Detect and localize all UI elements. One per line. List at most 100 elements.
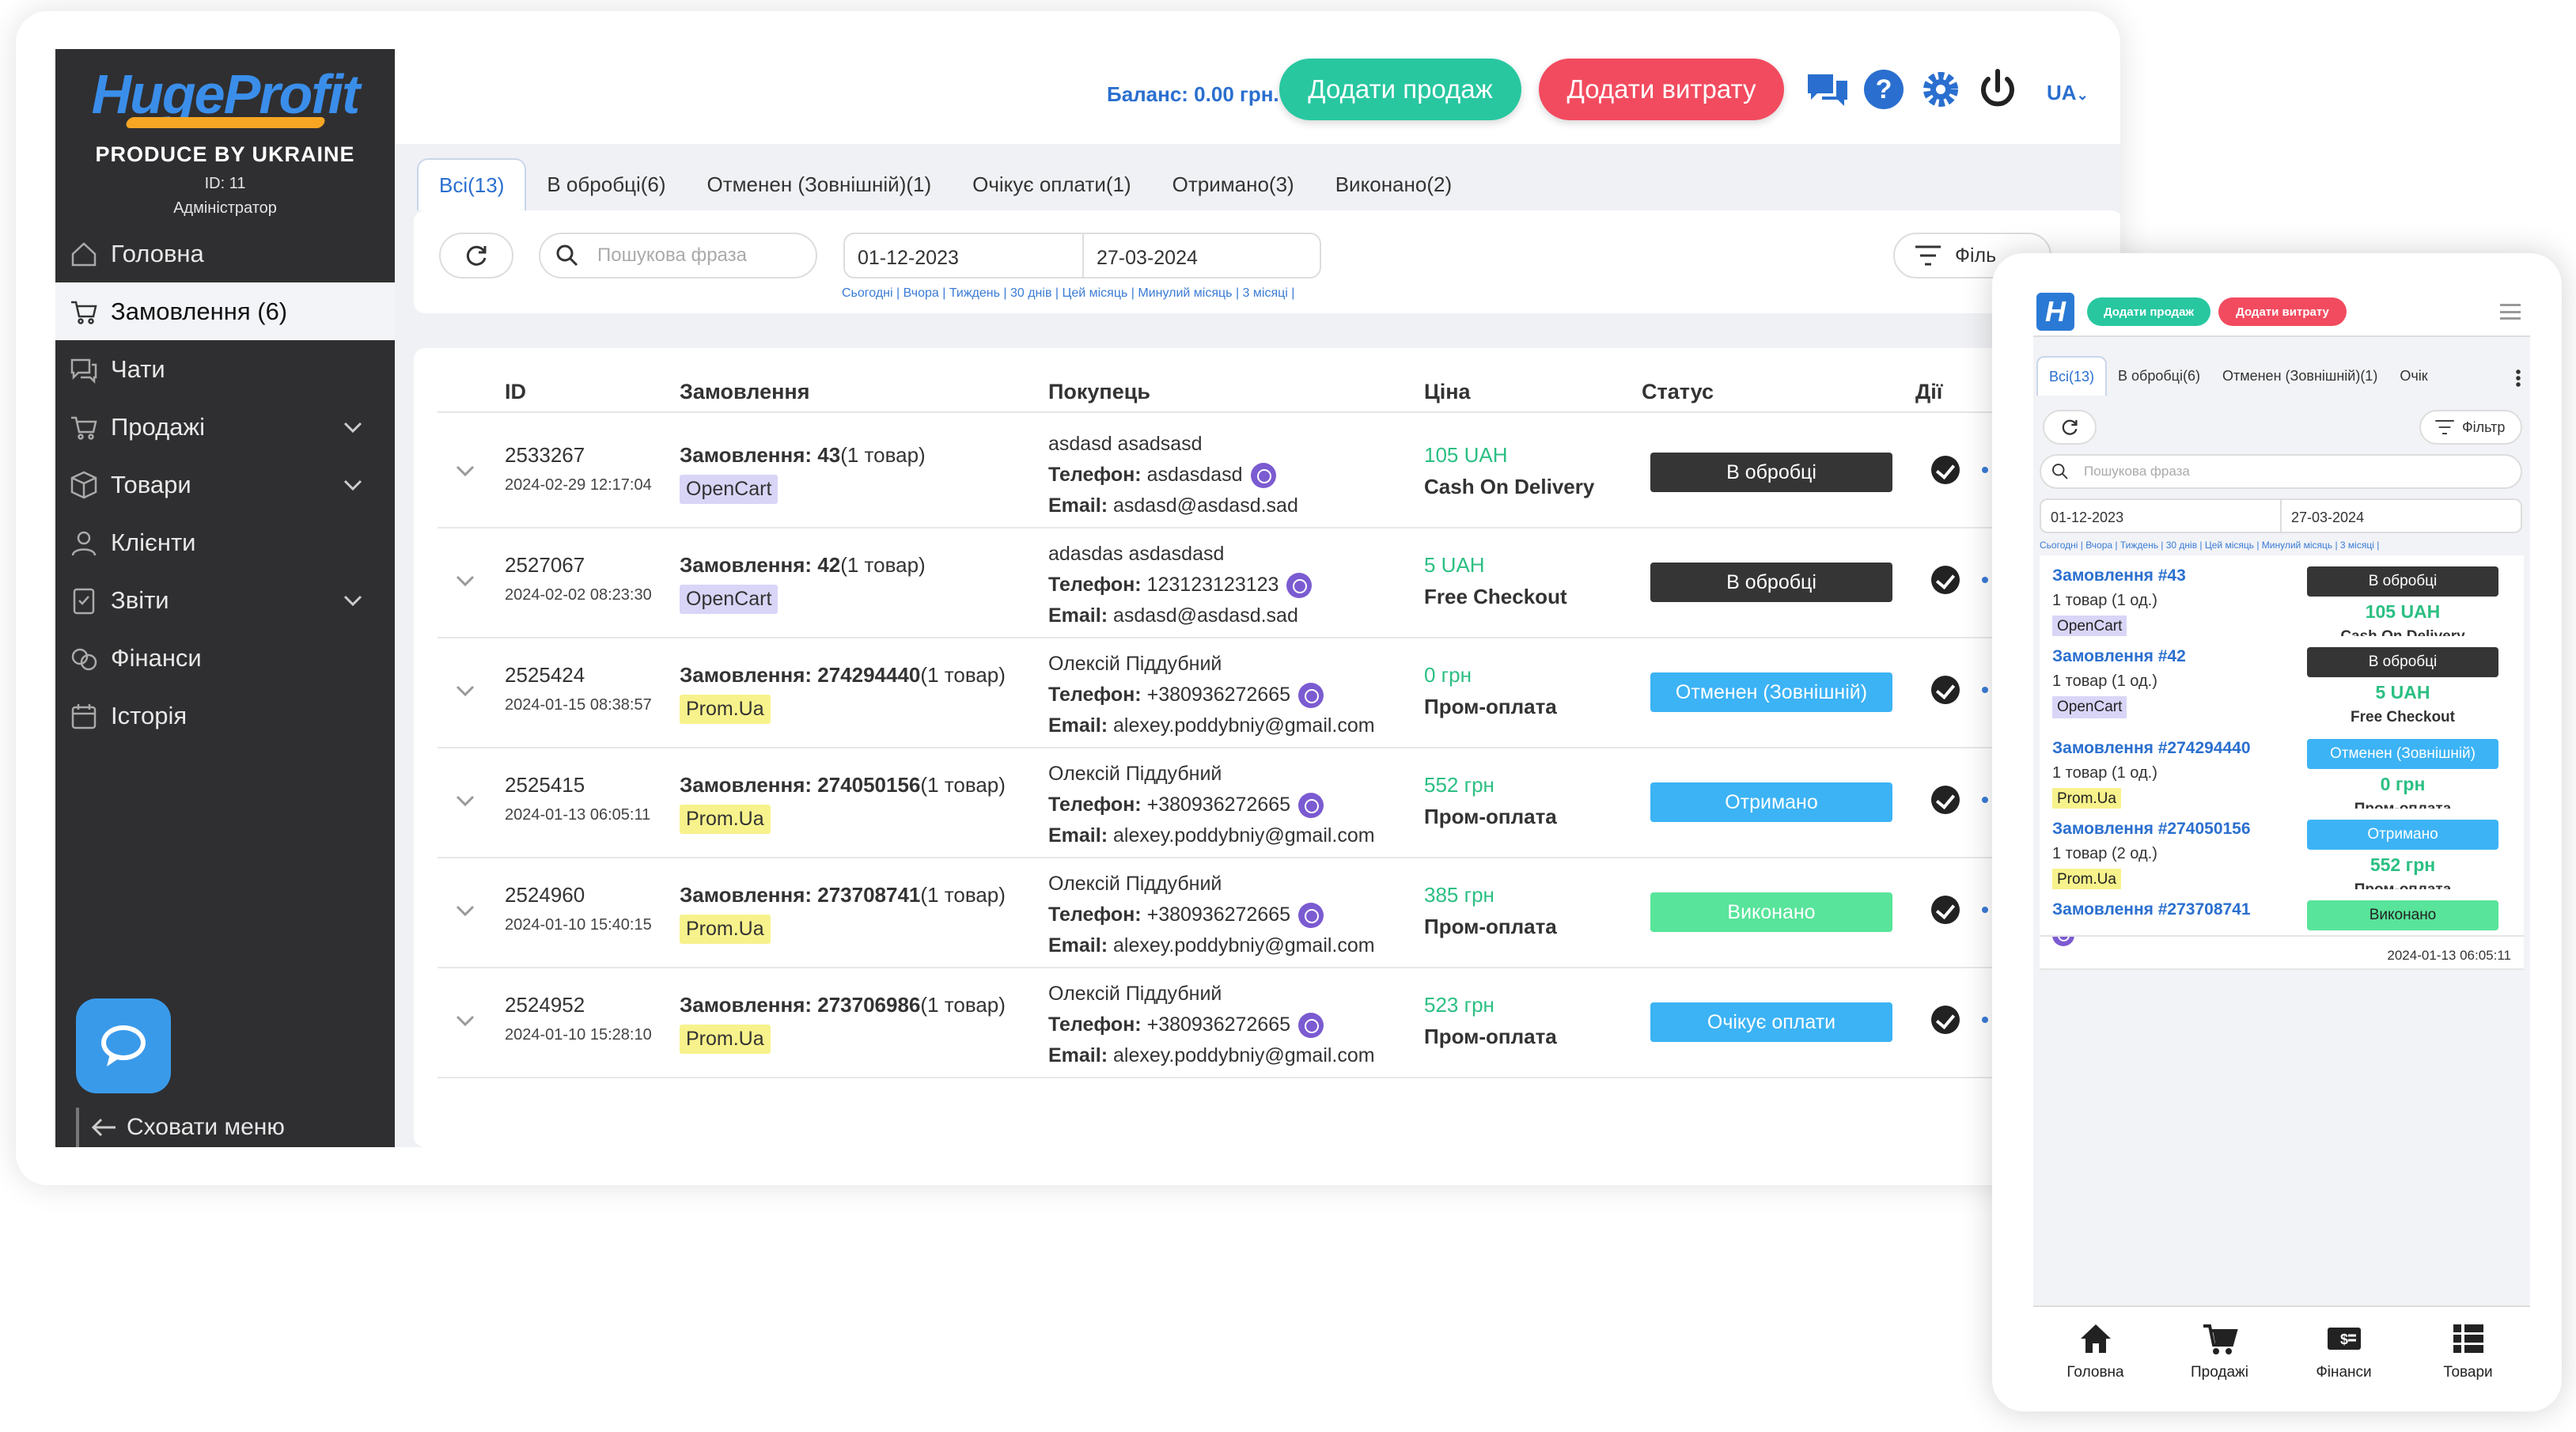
chevron-down-icon[interactable] [341, 473, 365, 497]
buyer-email[interactable]: asdasd@asdasd.sad [1113, 604, 1298, 627]
chevron-down-icon[interactable] [341, 415, 365, 439]
check-icon[interactable] [1931, 896, 1960, 924]
help-icon[interactable]: ? [1861, 66, 1907, 112]
buyer-phone[interactable]: +380936272665 [1147, 684, 1290, 706]
mobile-refresh-button[interactable] [2043, 410, 2097, 445]
tab-processing[interactable]: В обробці(6) [526, 158, 686, 210]
hide-menu-button[interactable]: Сховати меню [76, 1108, 285, 1147]
table-row[interactable]: 2525415 2024-01-13 06:05:11 Замовлення: 27… [438, 744, 2120, 858]
mobile-add-sale-button[interactable]: Додати продаж [2087, 297, 2210, 326]
sidebar-item-history[interactable]: Історія [55, 687, 395, 744]
viber-icon[interactable] [1298, 683, 1324, 709]
order-card[interactable]: Замовлення #273708741 Виконано [2040, 889, 2524, 937]
more-icon[interactable] [1982, 577, 1988, 583]
more-icon[interactable] [1982, 467, 1988, 473]
check-icon[interactable] [1931, 786, 1960, 814]
date-to-input[interactable]: 27-03-2024 [1084, 233, 1321, 278]
status-badge[interactable]: В обробці [1650, 453, 1892, 492]
buyer-email[interactable]: alexey.poddybniy@gmail.com [1113, 824, 1375, 847]
bottom-nav-products[interactable]: Товари [2406, 1307, 2530, 1392]
more-icon[interactable] [1982, 907, 1988, 913]
viber-icon[interactable] [1298, 793, 1324, 819]
card-order-title[interactable]: Замовлення #43 [2052, 566, 2186, 585]
status-badge[interactable]: Очікує оплати [1650, 1002, 1892, 1042]
buyer-phone[interactable]: +380936272665 [1147, 1013, 1290, 1036]
card-order-title[interactable]: Замовлення #273708741 [2052, 900, 2251, 919]
mobile-tab-all[interactable]: Всі(13) [2036, 356, 2108, 396]
mobile-logo[interactable]: H [2036, 293, 2074, 331]
tab-completed[interactable]: Виконано(2) [1315, 158, 1472, 210]
card-order-title[interactable]: Замовлення #274294440 [2052, 739, 2251, 758]
order-title[interactable]: Замовлення: 273706986(1 товар) [680, 993, 1006, 1017]
sidebar-item-reports[interactable]: Звіти [55, 571, 395, 629]
mobile-search-input[interactable]: Пошукова фраза [2040, 454, 2522, 489]
chevron-down-icon[interactable] [453, 1009, 477, 1032]
chevron-down-icon[interactable] [453, 459, 477, 483]
check-icon[interactable] [1931, 676, 1960, 704]
sidebar-item-orders[interactable]: Замовлення (6) [55, 282, 395, 340]
mobile-date-to-input[interactable]: 27-03-2024 [2282, 498, 2522, 533]
sidebar-item-sales[interactable]: Продажі [55, 398, 395, 456]
chat-icon[interactable] [1805, 66, 1851, 112]
check-icon[interactable] [1931, 1006, 1960, 1034]
order-title[interactable]: Замовлення: 43(1 товар) [680, 443, 926, 468]
chevron-down-icon[interactable] [453, 679, 477, 703]
chevron-down-icon[interactable] [453, 899, 477, 922]
search-input[interactable]: Пошукова фраза [539, 233, 817, 278]
sidebar-item-finance[interactable]: Фінанси [55, 629, 395, 687]
chevron-down-icon[interactable] [341, 589, 365, 612]
buyer-email[interactable]: alexey.poddybniy@gmail.com [1113, 1044, 1375, 1066]
buyer-phone[interactable]: asdasdasd [1147, 464, 1243, 486]
more-icon[interactable] [1982, 1017, 1988, 1023]
quick-date-ranges[interactable]: Сьогодні | Вчора | Тиждень | 30 днів | Ц… [842, 286, 1294, 301]
card-order-title[interactable]: Замовлення #274050156 [2052, 820, 2251, 839]
sidebar-item-chats[interactable]: Чати [55, 340, 395, 398]
more-icon[interactable] [1982, 797, 1988, 803]
order-title[interactable]: Замовлення: 42(1 товар) [680, 553, 926, 578]
more-vertical-icon[interactable] [2516, 369, 2521, 388]
gear-icon[interactable] [1918, 66, 1964, 112]
tab-awaiting-payment[interactable]: Очікує оплати(1) [952, 158, 1152, 210]
logo[interactable]: HugeProfit PRODUCE BY UKRAINE ID: 11 Адм… [55, 65, 395, 218]
order-title[interactable]: Замовлення: 274050156(1 товар) [680, 773, 1006, 797]
chevron-down-icon[interactable] [453, 569, 477, 593]
mobile-quick-date-ranges[interactable]: Сьогодні | Вчора | Тиждень | 30 днів | Ц… [2040, 540, 2379, 551]
card-order-title[interactable]: Замовлення #42 [2052, 647, 2186, 666]
add-expense-button[interactable]: Додати витрату [1539, 59, 1784, 120]
card-status-badge[interactable]: Отменен (Зовнішній) [2307, 739, 2498, 769]
check-icon[interactable] [1931, 456, 1960, 484]
check-icon[interactable] [1931, 566, 1960, 594]
refresh-button[interactable] [439, 233, 513, 278]
mobile-date-from-input[interactable]: 01-12-2023 [2040, 498, 2282, 533]
tab-all[interactable]: Всі(13) [417, 158, 527, 210]
table-row[interactable]: 2533267 2024-02-29 12:17:04 Замовлення: 43… [438, 415, 2120, 528]
bottom-nav-finance[interactable]: $ Фінанси [2282, 1307, 2406, 1392]
sidebar-item-clients[interactable]: Клієнти [55, 513, 395, 571]
table-row[interactable]: 2524960 2024-01-10 15:40:15 Замовлення: 27… [438, 854, 2120, 968]
viber-icon[interactable] [1250, 463, 1276, 489]
tab-received[interactable]: Отримано(3) [1152, 158, 1315, 210]
table-row[interactable]: 2524952 2024-01-10 15:28:10 Замовлення: 27… [438, 964, 2120, 1078]
buyer-email[interactable]: alexey.poddybniy@gmail.com [1113, 934, 1375, 957]
order-title[interactable]: Замовлення: 273708741(1 товар) [680, 883, 1006, 907]
sidebar-item-products[interactable]: Товари [55, 456, 395, 513]
sidebar-item-home[interactable]: Головна [55, 225, 395, 282]
support-chat-button[interactable] [76, 998, 171, 1093]
viber-icon[interactable] [1286, 573, 1313, 599]
language-selector[interactable]: UA⌄ [2047, 81, 2089, 105]
status-badge[interactable]: Отменен (Зовнішній) [1650, 672, 1892, 712]
mobile-add-expense-button[interactable]: Додати витрату [2218, 297, 2347, 326]
bottom-nav-home[interactable]: Головна [2033, 1307, 2157, 1392]
bottom-nav-sales[interactable]: Продажі [2157, 1307, 2282, 1392]
mobile-tab-cancelled-external[interactable]: Отменен (Зовнішній)(1) [2211, 356, 2388, 396]
order-title[interactable]: Замовлення: 274294440(1 товар) [680, 663, 1006, 688]
chevron-down-icon[interactable] [453, 789, 477, 813]
buyer-phone[interactable]: 123123123123 [1147, 574, 1279, 596]
status-badge[interactable]: Отримано [1650, 782, 1892, 822]
viber-icon[interactable] [1298, 903, 1324, 929]
card-status-badge[interactable]: В обробці [2307, 566, 2498, 597]
power-icon[interactable] [1975, 66, 2021, 112]
table-row[interactable]: 2527067 2024-02-02 08:23:30 Замовлення: 42… [438, 525, 2120, 638]
card-status-badge[interactable]: В обробці [2307, 647, 2498, 677]
hamburger-menu-icon[interactable] [2500, 304, 2521, 320]
